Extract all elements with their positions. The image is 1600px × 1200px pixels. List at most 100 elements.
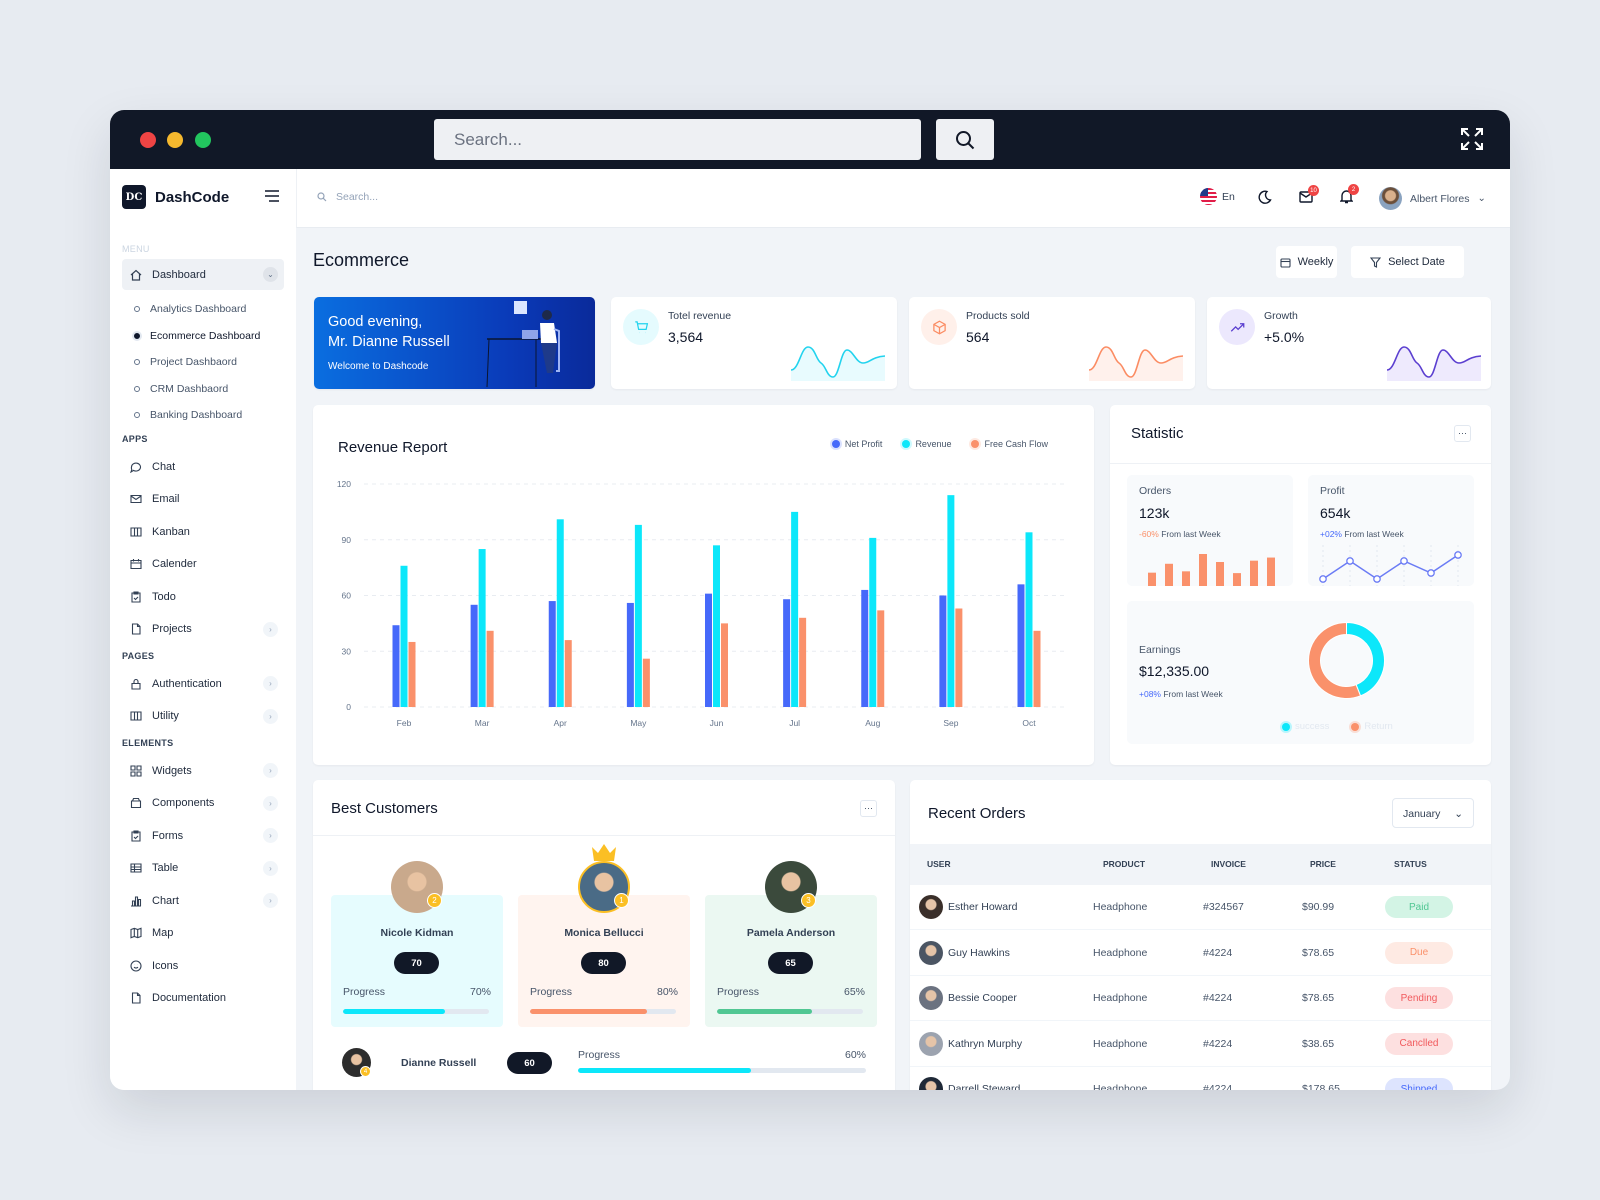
moon-icon[interactable] [1258,190,1272,204]
sidebar-item-utility[interactable]: Utility › [122,700,284,733]
sidebar-item-components[interactable]: Components › [122,787,284,820]
maximize-window-dot[interactable] [195,132,211,148]
header-search-placeholder: Search... [336,191,379,203]
bar-revenue-apr[interactable] [556,519,564,707]
sidebar-item-table[interactable]: Table › [122,852,284,885]
chevron-right-icon: › [263,676,278,692]
sidebar-subitem[interactable]: Analytics Dashboard [122,296,284,323]
bar-revenue-feb[interactable] [400,565,408,707]
status-badge: Shipped [1385,1078,1453,1090]
select-date-button[interactable]: Select Date [1351,246,1464,278]
bar-net-profit-jun[interactable] [705,593,712,707]
revenue-bar-chart: 0 30 60 90 120 Feb Mar Apr May Jun Jul Aug Sep Oct [337,479,1068,728]
bar-free-cash-flow-aug[interactable] [877,610,885,707]
table-icon [130,863,142,873]
bar-net-profit-feb[interactable] [392,625,400,707]
notification-button[interactable]: 2 [1339,184,1359,209]
sidebar-item-authentication[interactable]: Authentication › [122,668,284,701]
product-cell: Headphone [1093,1037,1148,1050]
sidebar-subitem[interactable]: Ecommerce Dashboard [122,323,284,350]
sidebar-item-kanban[interactable]: Kanban [122,516,284,549]
sidebar-subitem[interactable]: Banking Dashboard [122,402,284,429]
bar-free-cash-flow-sep[interactable] [955,608,963,707]
legend-dot [1282,722,1290,731]
sidebar-item-email[interactable]: Email [122,483,284,516]
minimize-window-dot[interactable] [167,132,183,148]
sidebar-subitem-label: Project Dashbaord [150,356,237,369]
bar-free-cash-flow-apr[interactable] [564,640,572,707]
bar-net-profit-apr[interactable] [548,601,556,707]
weekly-button[interactable]: Weekly [1276,246,1337,278]
sidebar-subitem[interactable]: Project Dashbaord [122,349,284,376]
customer-card[interactable]: 1 Monica Bellucci 80 Progress 80% [518,844,690,1027]
customer-card[interactable]: 3 Pamela Anderson 65 Progress 65% [705,861,877,1027]
earnings-value: $12,335.00 [1139,663,1210,679]
invoice-cell: #4224 [1203,992,1233,1004]
sidebar-item-documentation[interactable]: Documentation [122,982,284,1015]
price-cell: $90.99 [1302,901,1335,913]
sidebar-subitem[interactable]: CRM Dashbaord [122,376,284,403]
bar-net-profit-oct[interactable] [1017,584,1025,707]
sidebar-item-chat[interactable]: Chat [122,451,284,484]
bar-free-cash-flow-feb[interactable] [408,641,416,707]
bar-revenue-oct[interactable] [1025,532,1033,707]
sidebar-item-projects[interactable]: Projects › [122,613,284,646]
month-select[interactable]: January ⌄ [1392,798,1474,828]
progress-bar [717,1009,863,1014]
header-search[interactable]: Search... [317,191,378,203]
sidebar-item-dashboard[interactable]: Dashboard ⌄ [122,259,284,290]
mail-button[interactable]: 10 [1299,185,1319,208]
bar-revenue-mar[interactable] [478,549,486,707]
table-row[interactable]: Esther Howard Headphone #324567 $90.99 Paid [910,885,1491,930]
table-row[interactable]: Bessie Cooper Headphone #4224 $78.65 Pending [910,976,1491,1021]
sidebar-item-map[interactable]: Map [122,917,284,950]
fullscreen-icon[interactable] [1460,127,1484,151]
search-icon [956,130,975,149]
progress-label: Progress [578,1049,621,1061]
earnings-delta-caption: From last Week [1163,689,1223,699]
sidebar-item-chart[interactable]: Chart › [122,885,284,918]
price-cell: $78.65 [1302,992,1335,1004]
close-window-dot[interactable] [140,132,156,148]
bar-net-profit-jul[interactable] [783,599,791,707]
browser-search-input[interactable]: Search... [434,119,921,160]
browser-search-button[interactable] [936,119,994,160]
bar-net-profit-may[interactable] [626,602,634,707]
bar-net-profit-aug[interactable] [861,589,869,707]
sidebar-item-calender[interactable]: Calender [122,548,284,581]
divider [1110,463,1491,464]
bar-free-cash-flow-mar[interactable] [486,630,494,707]
bar-free-cash-flow-may[interactable] [642,658,650,707]
product-cell: Headphone [1093,992,1148,1004]
sidebar-item-forms[interactable]: Forms › [122,820,284,853]
bar-free-cash-flow-jul[interactable] [799,617,807,707]
invoice-cell: #324567 [1203,901,1244,913]
donut-slice-success[interactable] [1346,621,1385,697]
sidebar-item-todo[interactable]: Todo [122,581,284,614]
bar-net-profit-mar[interactable] [470,604,478,707]
bar-revenue-may[interactable] [634,524,642,707]
bar-revenue-aug[interactable] [869,537,877,707]
table-row[interactable]: Kathryn Murphy Headphone #4224 $38.65 Cancll… [910,1022,1491,1067]
user-menu[interactable]: Albert Flores ⌄ [1379,187,1486,210]
bar-free-cash-flow-jun[interactable] [721,623,728,707]
sidebar-item-icons[interactable]: Icons [122,950,284,983]
y-tick-label: 90 [342,535,352,545]
user-name: Darrell Steward [948,1083,1021,1090]
product-cell: Headphone [1093,901,1148,913]
bar-net-profit-sep[interactable] [939,595,947,708]
table-row[interactable]: Guy Hawkins Headphone #4224 $78.65 Due [910,931,1491,976]
brand-logo[interactable]: DC DashCode [122,185,229,209]
bullet-icon [134,385,140,392]
customer-card[interactable]: 2 Nicole Kidman 70 Progress 70% [331,861,503,1027]
sidebar-item-widgets[interactable]: Widgets › [122,755,284,788]
bar-free-cash-flow-oct[interactable] [1033,630,1041,707]
language-selector[interactable]: En [1200,188,1235,205]
more-options-button[interactable]: ⋯ [860,800,877,817]
bar-revenue-jul[interactable] [791,511,799,707]
more-options-button[interactable]: ⋯ [1454,425,1471,442]
menu-toggle-icon[interactable] [265,190,279,202]
bar-revenue-jun[interactable] [713,545,720,707]
bar-revenue-sep[interactable] [947,495,955,707]
table-row[interactable]: Darrell Steward Headphone #4224 $178.65 Ship… [910,1067,1491,1090]
